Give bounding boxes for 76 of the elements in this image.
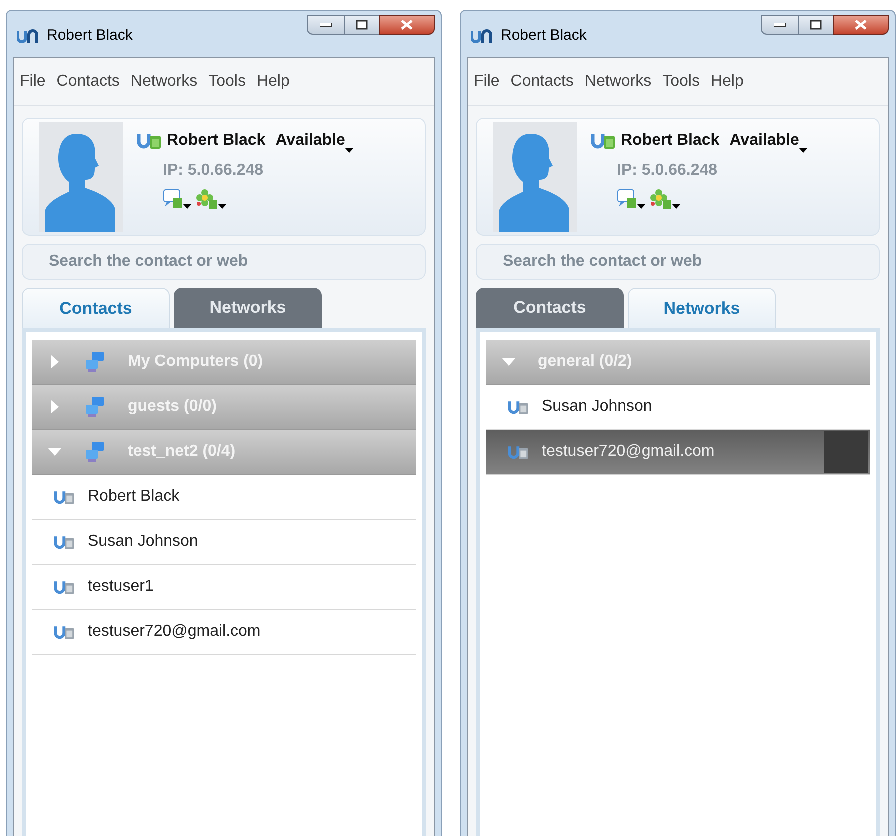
status-dropdown[interactable]: Available <box>276 129 354 153</box>
group-name: test_net2 (0/4) <box>128 442 236 462</box>
close-button[interactable] <box>379 15 435 35</box>
menu-item[interactable]: Contacts <box>510 70 574 94</box>
computers-icon <box>84 441 106 463</box>
maximize-button[interactable] <box>799 15 833 35</box>
menu-item[interactable]: Networks <box>130 70 198 94</box>
chat-bubble-icon <box>163 189 183 209</box>
user-status-icon <box>54 488 76 506</box>
tab[interactable]: Contacts <box>476 288 624 328</box>
close-icon <box>855 20 867 30</box>
user-status-icon <box>54 624 76 640</box>
maximize-icon <box>810 20 822 30</box>
menu-item[interactable]: Help <box>256 70 290 94</box>
ip-address: IP: 5.0.66.248 <box>162 161 265 181</box>
contact-row[interactable]: testuser720@gmail.com <box>486 430 870 475</box>
menu-item[interactable]: Help <box>710 70 744 94</box>
computers-icon <box>84 396 106 418</box>
caret-icon <box>672 204 681 209</box>
minimize-button[interactable] <box>307 15 345 35</box>
profile-name: Robert Black <box>167 131 266 151</box>
user-status-icon <box>508 398 530 416</box>
caret-icon <box>637 204 646 209</box>
group-name: My Computers (0) <box>128 352 264 372</box>
user-status-icon <box>54 534 76 550</box>
search-field[interactable]: Search the contact or web <box>476 244 880 280</box>
window-title: Robert Black <box>501 26 587 46</box>
contact-name: testuser720@gmail.com <box>542 442 716 462</box>
flower-icon <box>650 189 672 209</box>
user-status-icon <box>137 131 163 151</box>
close-button[interactable] <box>833 15 889 35</box>
close-icon <box>401 20 413 30</box>
tab[interactable]: Networks <box>628 288 776 328</box>
group-name: guests (0/0) <box>128 397 217 417</box>
maximize-button[interactable] <box>345 15 379 35</box>
user-silhouette-icon <box>493 122 577 232</box>
user-status-icon <box>508 444 530 460</box>
caret-icon <box>183 204 192 209</box>
talk-dropdown[interactable] <box>163 189 192 209</box>
computers-icon <box>84 351 106 373</box>
app-logo-icon <box>471 29 493 43</box>
contact-name: Susan Johnson <box>542 397 654 417</box>
app-logo-icon <box>17 29 39 43</box>
caret-icon <box>799 148 808 153</box>
status-dropdown[interactable]: Available <box>730 129 808 153</box>
chat-bubble-icon <box>617 189 637 209</box>
contact-name: testuser1 <box>88 577 155 597</box>
menu-item[interactable]: File <box>20 70 46 94</box>
menu-item[interactable]: File <box>474 70 500 94</box>
user-status-icon <box>591 131 617 151</box>
contact-name: Susan Johnson <box>88 532 200 552</box>
minimize-icon <box>320 23 332 27</box>
maximize-icon <box>356 20 368 30</box>
search-field[interactable]: Search the contact or web <box>22 244 426 280</box>
caret-icon <box>218 204 227 209</box>
profile-name: Robert Black <box>621 131 720 151</box>
tab[interactable]: Contacts <box>22 288 170 328</box>
contact-name: Robert Black <box>88 487 181 507</box>
user-status-icon <box>54 578 76 596</box>
window-title: Robert Black <box>47 26 133 46</box>
flower-dropdown[interactable] <box>650 189 681 209</box>
menu-item[interactable]: Tools <box>662 70 700 94</box>
ip-address: IP: 5.0.66.248 <box>616 161 719 181</box>
tab[interactable]: Networks <box>174 288 322 328</box>
flower-icon <box>196 189 218 209</box>
group-name: general (0/2) <box>538 352 632 372</box>
minimize-button[interactable] <box>761 15 799 35</box>
contact-name: testuser720@gmail.com <box>88 622 262 642</box>
user-silhouette-icon <box>39 122 123 232</box>
menu-item[interactable]: Networks <box>584 70 652 94</box>
minimize-icon <box>774 23 786 27</box>
flower-dropdown[interactable] <box>196 189 227 209</box>
menu-item[interactable]: Tools <box>208 70 246 94</box>
caret-icon <box>345 148 354 153</box>
menu-item[interactable]: Contacts <box>56 70 120 94</box>
talk-dropdown[interactable] <box>617 189 646 209</box>
